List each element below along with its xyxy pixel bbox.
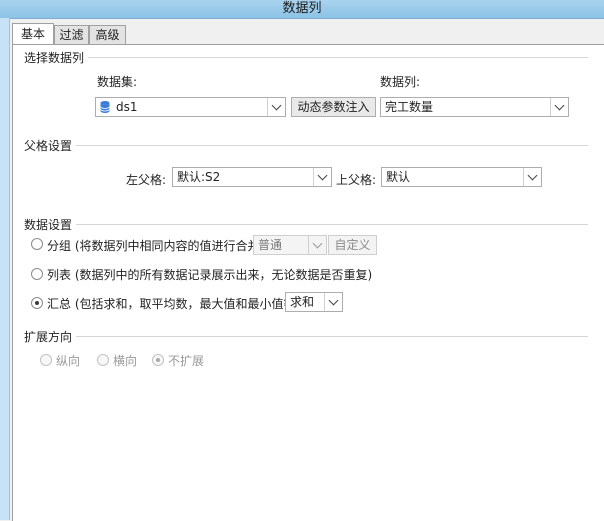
parent-settings-section-title: 父格设置 <box>24 139 73 153</box>
window-title: 数据列 <box>282 1 322 16</box>
left-parent-label: 左父格: <box>126 173 167 187</box>
expand-none-radio[interactable] <box>152 354 164 366</box>
chevron-down-icon[interactable] <box>313 168 331 186</box>
list-radio[interactable] <box>31 268 43 280</box>
dataset-label: 数据集: <box>97 75 138 89</box>
expand-horizontal-label[interactable]: 横向 <box>113 352 137 369</box>
tab-filter[interactable]: 过滤 <box>54 25 89 45</box>
data-settings-section-title: 数据设置 <box>24 218 73 232</box>
data-column-value: 完工数量 <box>385 100 434 114</box>
list-radio-label[interactable]: 列表 (数据列中的所有数据记录展示出来，无论数据是否重复) <box>47 266 372 283</box>
top-parent-combo[interactable]: 默认 <box>381 167 542 187</box>
summary-radio-label[interactable]: 汇总 (包括求和，取平均数，最大值和最小值等) <box>47 295 300 312</box>
custom-button[interactable]: 自定义 <box>328 235 377 255</box>
group-mode-value: 普通 <box>258 238 283 252</box>
chevron-down-icon[interactable] <box>308 236 326 254</box>
chevron-down-icon[interactable] <box>550 98 568 116</box>
select-column-section-title: 选择数据列 <box>24 51 85 65</box>
tab-advanced[interactable]: 高级 <box>89 25 126 45</box>
title-bar: 数据列 <box>0 0 604 19</box>
database-icon <box>100 101 110 113</box>
expand-direction-section-title: 扩展方向 <box>24 330 73 344</box>
chevron-down-icon[interactable] <box>267 98 285 116</box>
left-parent-combo[interactable]: 默认:S2 <box>172 167 332 187</box>
summary-radio[interactable] <box>31 297 43 309</box>
dataset-value: ds1 <box>116 100 138 114</box>
window-frame-left <box>0 18 10 520</box>
expand-horizontal-radio[interactable] <box>97 354 109 366</box>
group-radio[interactable] <box>31 238 43 250</box>
dataset-combo[interactable]: ds1 <box>95 97 286 117</box>
data-column-combo[interactable]: 完工数量 <box>380 97 569 117</box>
summary-function-combo[interactable]: 求和 <box>285 292 343 312</box>
expand-vertical-radio[interactable] <box>40 354 52 366</box>
section-divider <box>88 57 588 58</box>
left-parent-value: 默认:S2 <box>177 170 221 184</box>
chevron-down-icon[interactable] <box>324 293 342 311</box>
top-parent-label: 上父格: <box>336 173 377 187</box>
section-divider <box>76 145 588 146</box>
tab-basic[interactable]: 基本 <box>12 23 54 45</box>
summary-function-value: 求和 <box>290 295 315 309</box>
group-mode-combo[interactable]: 普通 <box>253 235 327 255</box>
expand-vertical-label[interactable]: 纵向 <box>56 352 80 369</box>
dynamic-param-button[interactable]: 动态参数注入 <box>291 97 376 117</box>
section-divider <box>76 336 588 337</box>
group-radio-label[interactable]: 分组 (将数据列中相同内容的值进行合并) <box>47 237 264 254</box>
data-column-label: 数据列: <box>380 75 421 89</box>
top-parent-value: 默认 <box>386 170 411 184</box>
section-divider <box>76 224 588 225</box>
expand-none-label[interactable]: 不扩展 <box>168 352 204 369</box>
chevron-down-icon[interactable] <box>523 168 541 186</box>
